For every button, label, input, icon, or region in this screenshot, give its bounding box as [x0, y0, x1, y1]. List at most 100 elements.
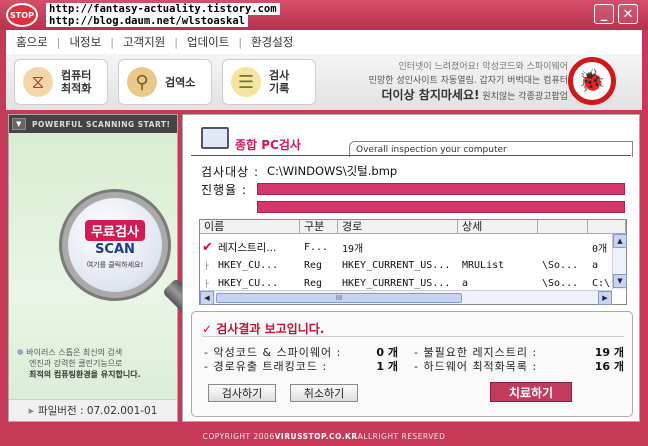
table-row[interactable]: ✔ 레지스트리... F... 19개 0개: [200, 238, 612, 256]
scroll-left-icon[interactable]: ◀: [200, 291, 214, 305]
row-extra2: 0개: [592, 243, 608, 255]
stop-logo-icon: STOP: [6, 3, 38, 27]
menu-separator: |: [238, 35, 243, 49]
scan-word-label: SCAN: [95, 242, 135, 257]
title-url-2: http://blog.daum.net/wlstoaskal: [46, 15, 248, 27]
menu-item-home[interactable]: 홈으로: [14, 34, 50, 50]
progress-bar-total: [257, 201, 625, 213]
title-bar[interactable]: STOP http://fantasy-actuality.tistory.co…: [0, 0, 648, 30]
title-url-1: http://fantasy-actuality.tistory.com: [46, 3, 280, 15]
menu-separator: |: [174, 35, 178, 49]
vertical-scroll-track[interactable]: [613, 248, 626, 274]
results-table: 이름 구분 경로 상세 ✔ 레지스트리... F... 19개 0개 ├ HKE…: [199, 219, 627, 305]
product-description: ❁ 바이러스 스톱은 최신의 검색 엔진과 강력한 클린기능으로 최적의 컴퓨팅…: [17, 347, 173, 380]
info-bullet-icon: ❁: [17, 348, 24, 357]
row-extra2: a: [592, 259, 599, 271]
scan-header: ▼ POWERFUL SCANNING START!: [9, 115, 177, 133]
tree-branch-icon: ├: [204, 260, 209, 270]
ad-line-3-strong: 더이상 참지마세요!: [381, 88, 480, 102]
row-extra: \So...: [542, 277, 579, 289]
magnifier-lens: 무료검사 SCAN 여기를 클릭하세요!: [68, 198, 162, 292]
result-report: ✓ 검사결과 보고입니다. - 악성코드 & 스파이웨어 : 0 개 - 경로유…: [191, 311, 633, 417]
treat-button[interactable]: 치료하기: [490, 382, 572, 402]
row-extra: \So...: [542, 259, 579, 271]
tool-optimize-label: 컴퓨터 최적화: [61, 69, 92, 95]
table-header: 이름 구분 경로 상세: [200, 220, 626, 234]
close-button[interactable]: ✕: [618, 4, 638, 24]
target-value: C:\WINDOWS\깃털.bmp: [267, 164, 398, 178]
menu-item-myinfo[interactable]: 내정보: [67, 34, 103, 50]
ad-banner[interactable]: 인터넷이 느려졌어요! 악성코드와 스파이웨어 민망한 성인사이트 자동열림. …: [306, 60, 568, 104]
collapse-toggle-icon[interactable]: ▼: [12, 118, 26, 130]
tool-quarantine-button[interactable]: ⚲ 검역소: [118, 59, 212, 105]
row-type: Reg: [304, 259, 323, 271]
menu-item-settings[interactable]: 환경설정: [249, 34, 295, 50]
hardware-count-label: - 하드웨어 최적화목록 :: [414, 360, 538, 373]
hardware-count: 16 개: [594, 360, 624, 373]
file-version: 파일버전 : 07.02.001-01: [37, 405, 158, 417]
menu-item-support[interactable]: 고객지원: [121, 34, 167, 50]
column-header-name[interactable]: 이름: [200, 220, 300, 234]
row-name: 레지스트리...: [218, 241, 277, 254]
free-scan-label: 무료검사: [85, 220, 145, 241]
column-header-detail[interactable]: 상세: [458, 220, 538, 234]
scroll-down-icon[interactable]: ▼: [613, 274, 627, 288]
section-title: 종합 PC검사: [235, 138, 301, 152]
tool-quarantine-label: 검역소: [165, 75, 196, 89]
menu-item-update[interactable]: 업데이트: [185, 34, 231, 50]
cancel-button[interactable]: 취소하기: [290, 384, 358, 402]
mortar-icon: ⚲: [127, 67, 157, 97]
column-header-extra[interactable]: [538, 220, 588, 234]
tree-branch-icon: ├: [204, 278, 209, 288]
menu-separator: |: [56, 35, 61, 49]
tool-history-label: 검사 기록: [269, 69, 290, 95]
result-title: ✓ 검사결과 보고입니다.: [202, 322, 325, 336]
inspection-panel: 종합 PC검사 Overall inspection your computer…: [182, 114, 640, 422]
version-arrow-icon: ▶: [28, 406, 34, 415]
row-detail: MRUList: [462, 259, 505, 271]
magnet-icon: ⧖: [23, 67, 53, 97]
row-type: F...: [304, 241, 329, 253]
menu-separator: |: [110, 35, 114, 49]
scroll-up-icon[interactable]: ▲: [613, 234, 627, 248]
version-bar: ▶ 파일버전 : 07.02.001-01: [9, 399, 177, 421]
scan-click-hint: 여기를 클릭하세요!: [86, 261, 144, 269]
tool-history-button[interactable]: ☰ 검사 기록: [222, 59, 316, 105]
menu-bar: 홈으로 | 내정보 | 고객지원 | 업데이트 | 환경설정: [6, 30, 642, 54]
desc-line-1: ❁ 바이러스 스톱은 최신의 검색: [17, 347, 173, 358]
minimize-button[interactable]: _: [594, 4, 614, 24]
no-bug-icon: 🐞: [568, 57, 616, 105]
history-icon: ☰: [231, 67, 261, 97]
free-scan-magnifier-button[interactable]: 무료검사 SCAN 여기를 클릭하세요!: [59, 189, 171, 301]
scroll-right-icon[interactable]: ▶: [598, 291, 612, 305]
progress-label: 진행율 :: [201, 183, 247, 197]
desc-line-2: 엔진과 강력한 클린기능으로: [29, 359, 123, 368]
column-header-type[interactable]: 구분: [300, 220, 338, 234]
column-header-extra2[interactable]: [588, 220, 626, 234]
ad-line-3-rest: 원치않는 각종광고팝업: [479, 92, 568, 102]
result-title-text: 검사결과 보고입니다.: [216, 322, 325, 336]
row-path: 19개: [342, 243, 364, 255]
copyright-brand: VIRUSSTOP.CO.KR: [274, 431, 358, 441]
column-header-path[interactable]: 경로: [338, 220, 458, 234]
row-name: HKEY_CU...: [218, 277, 279, 289]
row-extra2: C:\: [592, 277, 611, 289]
app-window: STOP http://fantasy-actuality.tistory.co…: [0, 0, 648, 446]
desc-line-3: 최적의 컴퓨팅환경을 유지합니다.: [29, 370, 141, 379]
target-label: 검사대상 :: [201, 165, 260, 179]
copyright-suffix: ALLRIGHT RESERVED: [357, 431, 446, 441]
scan-button[interactable]: 검사하기: [208, 384, 276, 402]
row-detail: a: [462, 277, 469, 289]
ad-line-2: 민망한 성인사이트 자동열림. 갑자기 버벅대는 컴퓨터: [368, 76, 568, 86]
tool-optimize-button[interactable]: ⧖ 컴퓨터 최적화: [14, 59, 108, 105]
result-divider: [202, 336, 624, 337]
section-divider: [191, 155, 631, 156]
horizontal-scrollbar[interactable]: ◀ III ▶: [200, 290, 612, 305]
vertical-scrollbar[interactable]: ▲ ▼: [612, 234, 627, 290]
desc-line-1-text: 바이러스 스톱은 최신의 검색: [26, 348, 123, 357]
checkmark-icon: ✔: [202, 239, 213, 255]
scan-side-panel: ▼ POWERFUL SCANNING START! 무료검사 SCAN 여기를…: [8, 114, 213, 422]
table-row[interactable]: ├ HKEY_CU... Reg HKEY_CURRENT_US... MRUL…: [200, 256, 612, 274]
tracking-count-label: - 경로유출 트래킹코드 :: [204, 360, 328, 373]
horizontal-scroll-thumb[interactable]: III: [216, 293, 462, 303]
